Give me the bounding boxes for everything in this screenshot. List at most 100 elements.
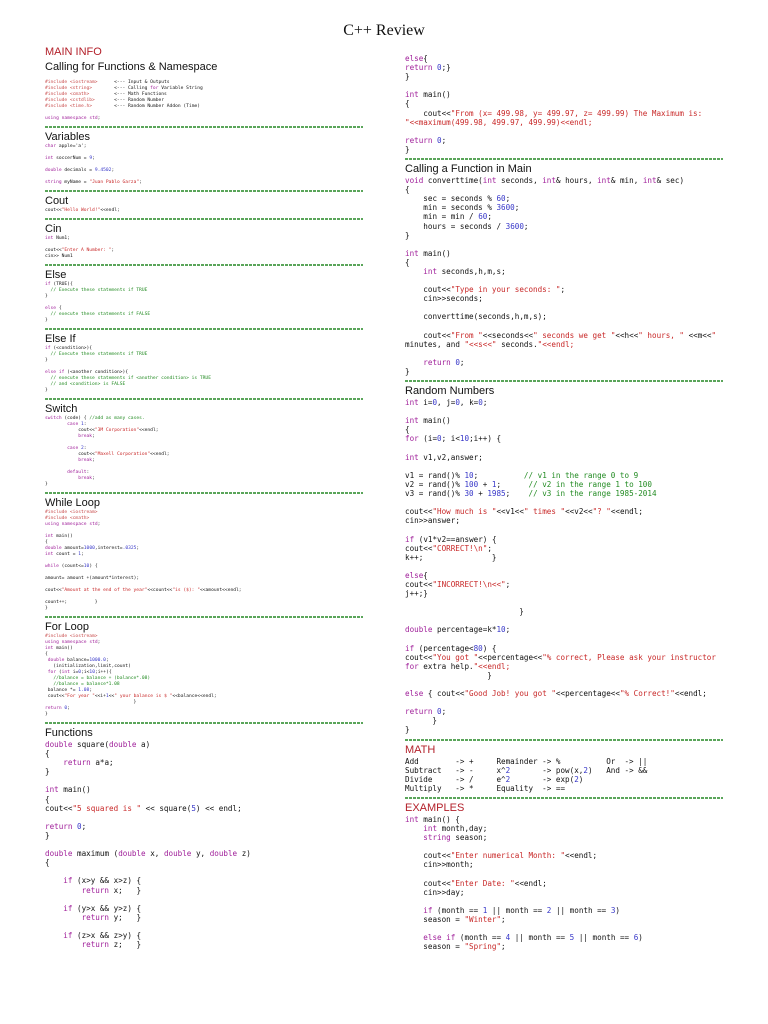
code-line: else { cout<<"Good Job! you got "<<perce… [405,689,707,699]
code-line: else{ [405,54,428,63]
code-line: if (percentage<80) { [405,643,497,653]
section-heading: Cout [45,195,69,207]
section-examples: EXAMPLES int main() { int month,day; stri… [405,802,723,951]
code-block: #include <iostream> #include <cmath> using… [45,510,370,612]
code-line: } [405,230,410,240]
code-line: cout<<"From (x= 499.98, y= 499.97, z= 49… [423,108,703,118]
code-block: else{return 0;}} int main(){ cout<<"From … [405,54,723,154]
code-line: double percentage=k*10; [405,625,511,635]
code-block: double square(double a){ return a*a;} int… [45,740,370,949]
code-line: cout<<"Hello World!"<<endl; [45,208,120,213]
left-column: MAIN INFO Calling for Functions & Namespa… [45,44,370,949]
section-variables: Variables char apple='a'; int soccerNum = … [45,131,370,192]
code-line: int i=0, j=0, k=0; [405,398,488,408]
code-line: return 0; [423,357,465,367]
section-subheading: Calling for Functions & Namespace [45,61,218,73]
section-separator [45,126,363,128]
code-line: { [405,257,410,267]
code-line: } [405,725,410,735]
code-line: "<<maximum(499.98, 499.97, 499.99)<<endl… [405,117,593,127]
code-line: min = seconds % 3600; [423,203,520,213]
code-line: } [405,144,410,154]
code-block: #include <iostream> using namespace std; i… [45,634,370,718]
code-line: } [45,767,50,777]
code-line: season = "Winter"; [423,914,506,924]
code-line: cout<<"INCORRECT!\n<<"; [405,579,511,589]
section-random-numbers: Random Numbers int i=0, j=0, k=0; int main… [405,385,723,741]
code-line: cin>>seconds; [423,294,483,304]
section-heading: Functions [45,727,93,739]
code-block: int Num1; cout<<"Enter A Number: "; cin>> … [45,236,370,260]
code-line: void converttime(int seconds, int& hours… [405,176,685,186]
code-line: return 0; [45,821,87,831]
section-heading: EXAMPLES [405,801,465,814]
code-block: Add -> + Remainder -> % Or -> || Subtract… [405,757,723,793]
section-heading: MAIN INFO [45,46,102,58]
code-line: Divide -> / e^2 -> exp(2) [405,774,584,784]
code-line: } [405,670,492,680]
section-separator [45,722,363,724]
code-line: cout<<"Enter numerical Month: "<<endl; [423,851,598,861]
code-block: void converttime(int seconds, int& hours… [405,176,723,376]
code-line: Add -> + Remainder -> % Or -> || [405,756,648,766]
section-heading: For Loop [45,621,90,633]
code-line: season = "Spring"; [423,942,506,952]
code-line: double maximum (double x, double y, doub… [45,849,251,859]
code-line: cout<<"CORRECT!\n"; [405,543,492,553]
code-line: if (z>x && z>y) { [63,930,142,940]
section-switch: Switch switch (code) { //add as many case… [45,403,370,494]
right-column: else{return 0;}} int main(){ cout<<"From … [405,54,723,951]
section-while-loop: While Loop #include <iostream> #include <c… [45,497,370,618]
code-line: string myName = "Juan Pablo Garza"; [45,180,142,185]
code-line: string season; [423,833,488,843]
document-title: C++ Review [343,22,425,39]
code-line: v3 = rand()% 30 + 1985; // v3 in the ran… [405,489,657,499]
code-line: return 0; [405,707,447,717]
section-heading: Cin [45,223,62,235]
code-line: int main() [405,416,451,426]
code-line: if (x>y && x>z) { [63,876,142,886]
section-separator [405,796,723,799]
code-block: cout<<"Hello World!"<<endl; [45,208,370,214]
section-heading: Random Numbers [405,385,495,398]
code-block: if (<condition>){ // Execute these state… [45,346,370,394]
section-separator [405,738,723,741]
code-line: cout<<"5 squared is " << square(5) << en… [45,803,242,813]
section-heading: Calling a Function in Main [405,163,532,176]
section-else: Else if (TRUE){ // Execute these statemen… [45,269,370,330]
section-calling-a-function-in-main: Calling a Function in Main void convertti… [405,163,723,383]
code-line: } [45,318,48,323]
section-separator [45,328,363,330]
section-continued: else{return 0;}} int main(){ cout<<"From … [405,54,723,161]
code-line: { [45,794,50,804]
code-line: int seconds,h,m,s; [423,266,506,276]
code-line: } [45,482,48,487]
code-line: cin>>answer; [405,516,460,526]
code-line: { [405,99,410,109]
section-cout: Cout cout<<"Hello World!"<<endl; [45,195,370,220]
section-heading: While Loop [45,497,101,509]
section-separator [45,218,363,220]
code-line: cout<<"How much is "<<v1<<" times "<<v2<… [405,507,643,517]
code-line: int month,day; [423,824,488,834]
code-line: cin>> Num1 [45,254,73,259]
code-line: for extra help."<<endl; [405,661,511,671]
code-block: int i=0, j=0, k=0; int main(){for (i=0; i… [405,398,723,734]
code-line: int main() [405,90,451,100]
